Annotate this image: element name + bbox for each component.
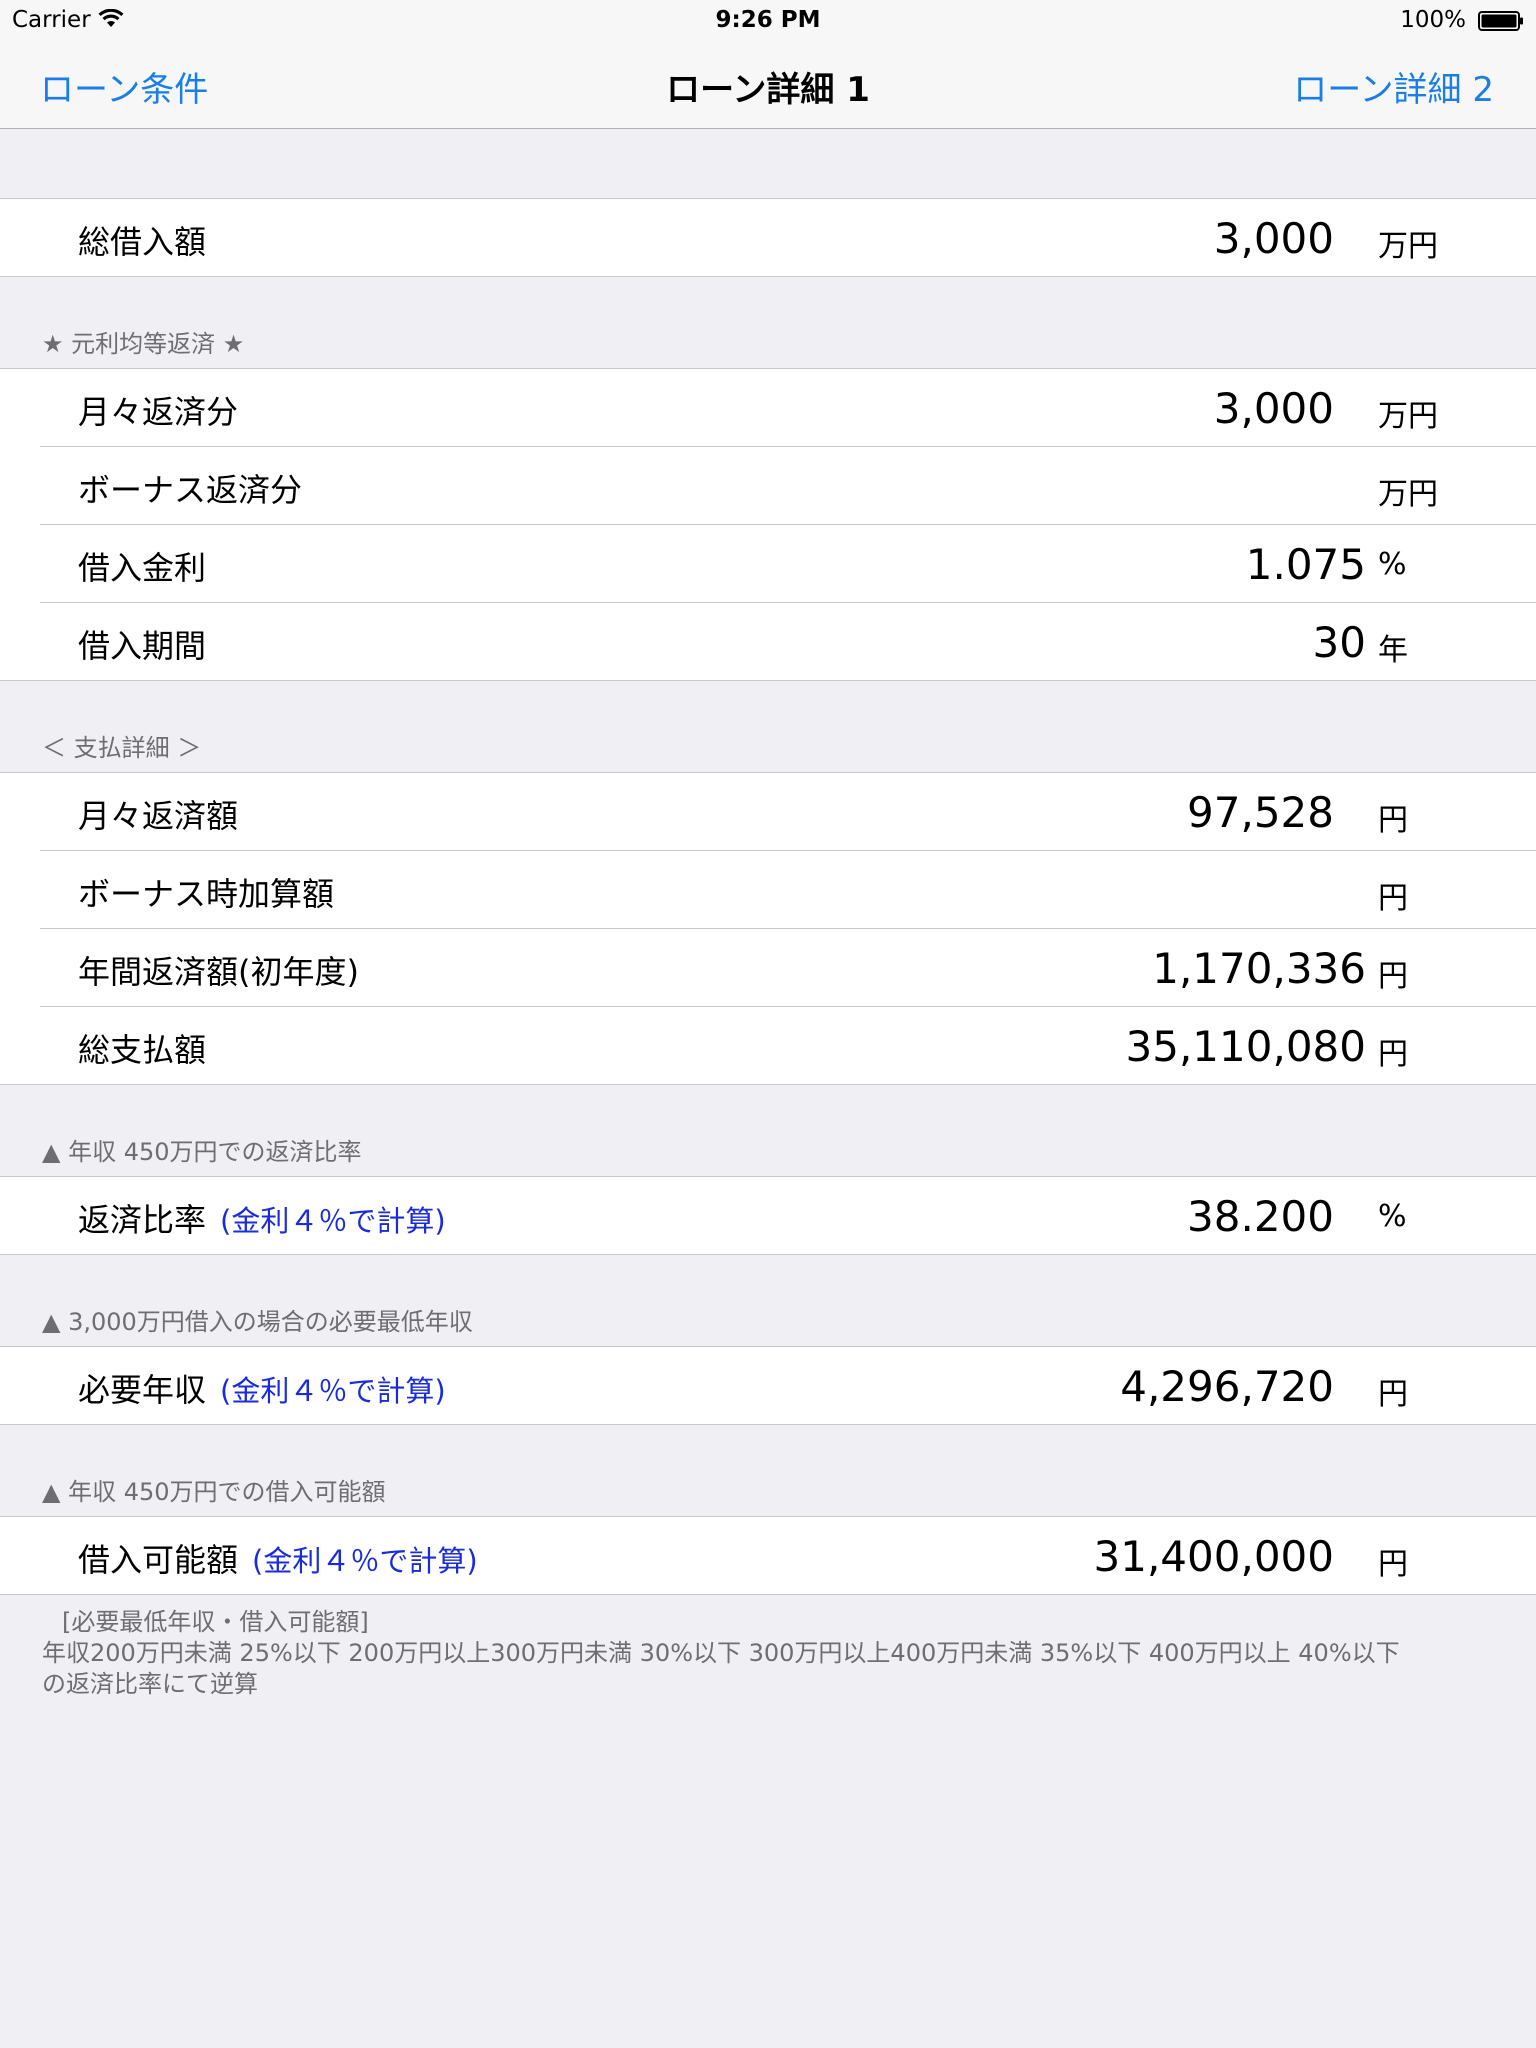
required-income-value: 4,296,720 — [1120, 1362, 1334, 1411]
unit-label: 万円 — [1378, 399, 1438, 434]
list-item[interactable]: ボーナス返済分 万円 — [40, 446, 1536, 524]
clock: 9:26 PM — [715, 7, 821, 33]
equal-repayment-header: ★ 元利均等返済 ★ — [42, 330, 245, 358]
borrowable-amount-row: 借入可能額 (金利４％で計算) 31,400,000 円 — [0, 1517, 1536, 1594]
unit-label: 年 — [1378, 633, 1408, 668]
unit-label: 円 — [1378, 1037, 1408, 1072]
borrowable-amount-value: 31,400,000 — [1093, 1532, 1334, 1581]
repayment-ratio-title: 返済比率 — [78, 1201, 207, 1239]
list-item[interactable]: 借入期間 30 年 — [40, 602, 1536, 680]
unit-label: 円 — [1378, 959, 1408, 994]
unit-label: 円 — [1378, 881, 1408, 916]
monthly-payment-label: 月々返済額 — [78, 797, 239, 835]
required-income-row: 必要年収 (金利４％で計算) 4,296,720 円 — [0, 1347, 1536, 1424]
unit-label: 円 — [1378, 1547, 1408, 1582]
interest-rate-value[interactable]: 1.075 — [1246, 540, 1366, 589]
list-item: ボーナス時加算額 円 — [40, 850, 1536, 928]
loan-period-value[interactable]: 30 — [1313, 618, 1366, 667]
annual-payment-label: 年間返済額(初年度) — [78, 953, 359, 991]
required-income-section: 必要年収 (金利４％で計算) 4,296,720 円 — [0, 1346, 1536, 1425]
equal-repayment-section: 月々返済分 3,000 万円 ボーナス返済分 万円 借入金利 1.075 % 借… — [0, 368, 1536, 681]
monthly-payment-value: 97,528 — [1187, 788, 1334, 837]
total-borrowing-unit: 万円 — [1378, 229, 1438, 264]
total-payment-value: 35,110,080 — [1125, 1022, 1366, 1071]
list-item: 年間返済額(初年度) 1,170,336 円 — [40, 928, 1536, 1006]
annual-payment-value: 1,170,336 — [1152, 944, 1366, 993]
borrowable-amount-section: 借入可能額 (金利４％で計算) 31,400,000 円 — [0, 1516, 1536, 1595]
bonus-repayment-share-label: ボーナス返済分 — [78, 471, 303, 509]
repayment-ratio-header: ▲ 年収 450万円での返済比率 — [42, 1138, 362, 1166]
unit-label: 円 — [1378, 1377, 1408, 1412]
repayment-ratio-row: 返済比率 (金利４％で計算) 38.200 % — [0, 1177, 1536, 1254]
footer-line-2: の返済比率にて逆算 — [42, 1670, 258, 1698]
repayment-ratio-value: 38.200 — [1187, 1192, 1334, 1241]
borrowable-amount-label: 借入可能額 (金利４％で計算) — [78, 1535, 478, 1581]
payment-details-section: 月々返済額 97,528 円 ボーナス時加算額 円 年間返済額(初年度) 1,1… — [0, 772, 1536, 1085]
footer-title: [必要最低年収・借入可能額] — [62, 1608, 369, 1636]
rate-note: (金利４％で計算) — [252, 1544, 478, 1578]
monthly-repayment-share-value[interactable]: 3,000 — [1214, 384, 1334, 433]
required-income-title: 必要年収 — [78, 1371, 207, 1409]
unit-label: 万円 — [1378, 477, 1438, 512]
required-income-header: ▲ 3,000万円借入の場合の必要最低年収 — [42, 1308, 473, 1336]
loan-details-2-button[interactable]: ローン詳細 2 — [1293, 62, 1494, 111]
unit-label: % — [1378, 547, 1407, 582]
borrowable-amount-header: ▲ 年収 450万円での借入可能額 — [42, 1478, 386, 1506]
status-bar: Carrier 9:26 PM 100% — [0, 0, 1536, 40]
footer-line-1: 年収200万円未満 25%以下 200万円以上300万円未満 30%以下 300… — [42, 1639, 1400, 1667]
rate-note: (金利４％で計算) — [220, 1204, 446, 1238]
repayment-ratio-label: 返済比率 (金利４％で計算) — [78, 1195, 446, 1241]
list-item: 月々返済額 97,528 円 — [0, 773, 1536, 850]
interest-rate-label: 借入金利 — [78, 549, 207, 587]
unit-label: 円 — [1378, 803, 1408, 838]
total-borrowing-row[interactable]: 総借入額 3,000 万円 — [0, 199, 1536, 276]
list-item[interactable]: 月々返済分 3,000 万円 — [0, 369, 1536, 446]
bonus-addition-label: ボーナス時加算額 — [78, 875, 335, 913]
total-payment-label: 総支払額 — [78, 1031, 207, 1069]
loan-period-label: 借入期間 — [78, 627, 207, 665]
list-item[interactable]: 借入金利 1.075 % — [40, 524, 1536, 602]
payment-details-header: ＜ 支払詳細 ＞ — [42, 734, 202, 762]
rate-note: (金利４％で計算) — [220, 1374, 446, 1408]
battery-icon — [1478, 11, 1523, 31]
navigation-bar: ローン条件 ローン詳細 1 ローン詳細 2 — [0, 40, 1536, 129]
total-borrowing-section: 総借入額 3,000 万円 — [0, 198, 1536, 277]
total-borrowing-value[interactable]: 3,000 — [1214, 214, 1334, 263]
footer-note: [必要最低年収・借入可能額] 年収200万円未満 25%以下 200万円以上30… — [42, 1607, 1522, 1700]
repayment-ratio-section: 返済比率 (金利４％で計算) 38.200 % — [0, 1176, 1536, 1255]
battery-percent: 100% — [1400, 7, 1466, 33]
list-item: 総支払額 35,110,080 円 — [40, 1006, 1536, 1084]
total-borrowing-label: 総借入額 — [78, 223, 207, 261]
monthly-repayment-share-label: 月々返済分 — [78, 393, 239, 431]
required-income-label: 必要年収 (金利４％で計算) — [78, 1365, 446, 1411]
borrowable-amount-title: 借入可能額 — [78, 1541, 239, 1579]
unit-label: % — [1378, 1199, 1407, 1234]
